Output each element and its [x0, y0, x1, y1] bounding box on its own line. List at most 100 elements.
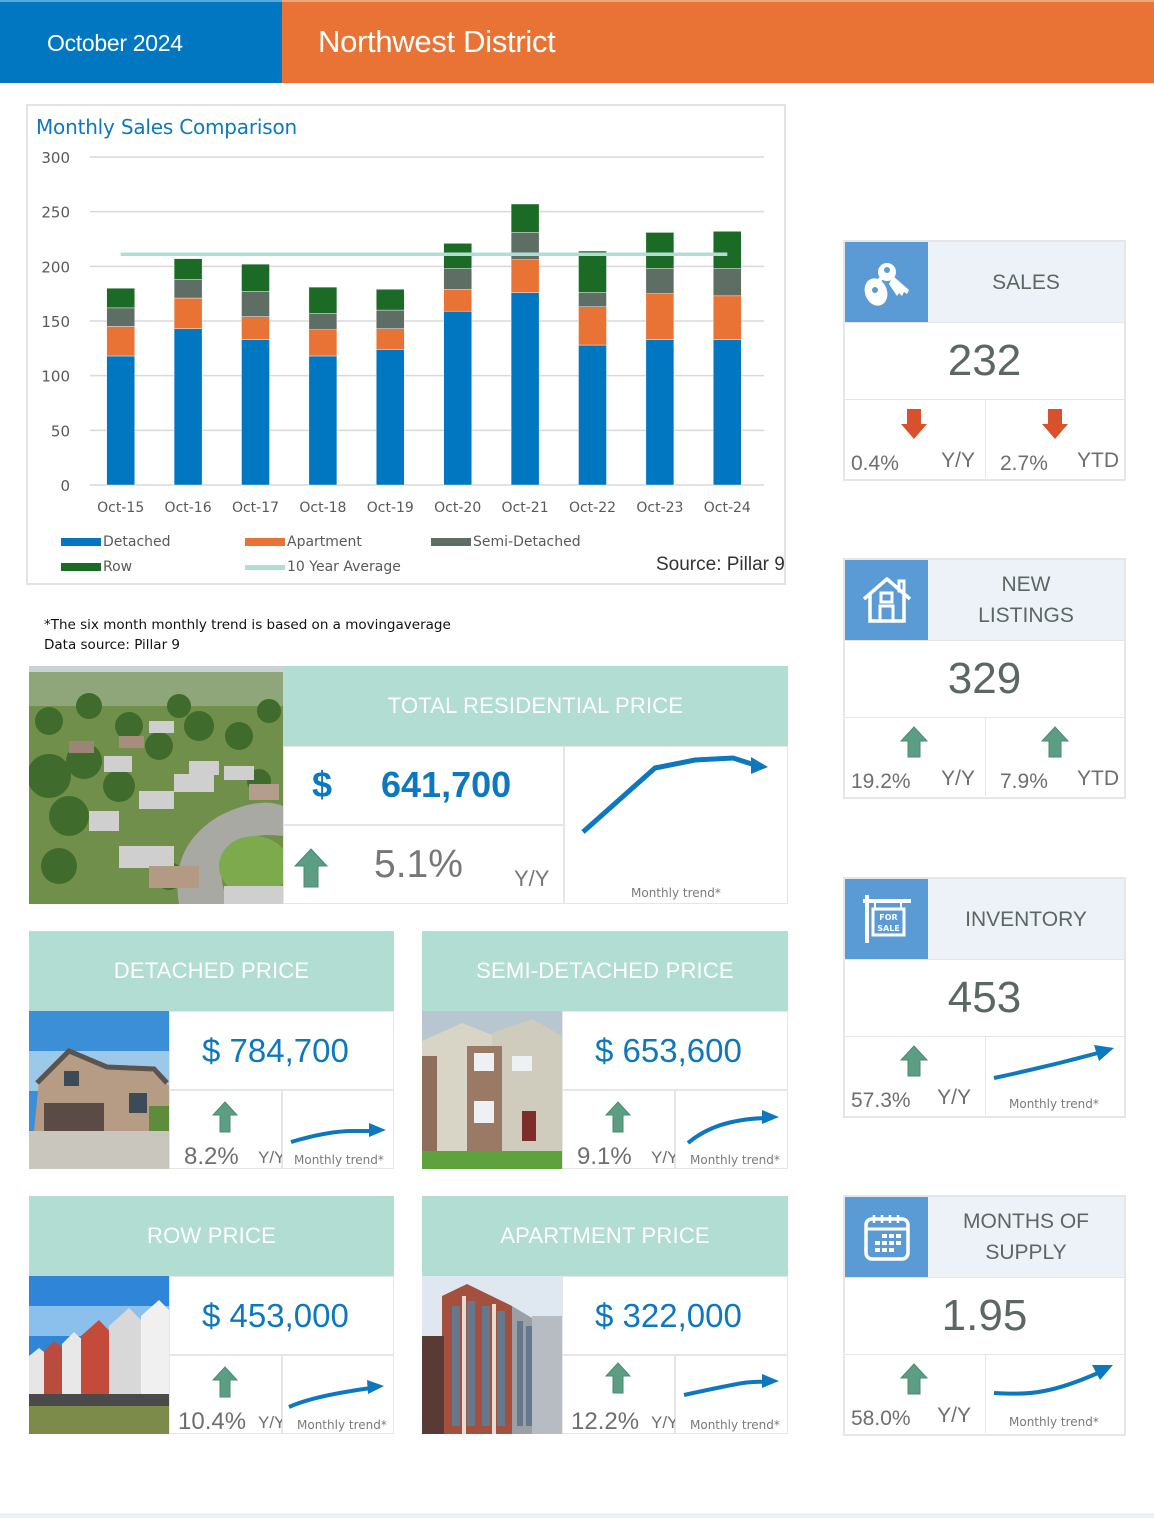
x-tick-label: Oct-15: [97, 500, 144, 516]
row-change-cell: 10.4% Y/Y: [169, 1355, 285, 1435]
legend-label: 10 Year Average: [287, 559, 401, 575]
aerial-neighbourhood-photo: [29, 666, 283, 904]
bar-row-oct-15: [106, 287, 135, 309]
y-tick-label: 50: [51, 422, 70, 440]
kpi-inventory-icon-box: FOR SALE: [845, 879, 928, 959]
detached-change: 8.2%: [184, 1143, 239, 1170]
header-district-panel: Northwest District: [282, 0, 1154, 83]
footnote: *The six month monthly trend is based on…: [44, 615, 451, 655]
kpi-months-of-supply-card: MONTHS OF SUPPLY 1.95 58.0% Y/Y Monthly …: [843, 1195, 1126, 1436]
footnote-data-source: Data source: Pillar 9: [44, 637, 180, 653]
trend-arrow-icon: [581, 755, 768, 834]
kpi-sales-value: 232: [845, 322, 1124, 400]
footnote-trend-note: *The six month monthly trend is based on…: [44, 617, 451, 633]
kpi-months-of-supply-yy: 58.0% Y/Y: [845, 1355, 985, 1433]
kpi-sales-label: SALES: [928, 242, 1124, 322]
bar-semi-detached-oct-18: [308, 313, 338, 330]
apartment-price-value-cell: $ 322,000: [562, 1276, 788, 1355]
x-tick-label: Oct-17: [232, 500, 279, 516]
kpi-sales-ytd: 2.7% YTD: [985, 400, 1125, 478]
bar-semi-detached-oct-15: [106, 307, 135, 327]
bar-semi-detached-oct-17: [241, 291, 270, 317]
row-price-value-cell: $ 453,000: [169, 1276, 394, 1355]
bar-detached-oct-19: [376, 349, 405, 486]
apartment-change: 12.2%: [571, 1408, 640, 1435]
up-arrow-icon: [899, 1363, 929, 1400]
legend-item-semi-detached: Semi-Detached: [431, 534, 581, 550]
kpi-inventory-yy-unit: Y/Y: [937, 1086, 971, 1109]
bar-detached-oct-24: [713, 339, 742, 486]
bar-apartment-oct-17: [241, 316, 270, 340]
legend-label: Apartment: [287, 534, 362, 550]
kpi-sales-ytd-change: 2.7%: [1000, 452, 1048, 475]
trend-label: Monthly trend*: [690, 1153, 780, 1167]
report-date: October 2024: [47, 30, 183, 56]
row-trend-cell: Monthly trend*: [282, 1355, 394, 1434]
row-price-title: ROW PRICE: [147, 1223, 276, 1248]
bar-semi-detached-oct-20: [443, 268, 472, 290]
kpi-new-listings-ytd-change: 7.9%: [1000, 770, 1048, 793]
bar-apartment-oct-23: [645, 293, 675, 340]
chart-canvas: 0 50 100 150 200 250 300 Oct-15 Oct-16 Oct-17 Oct-…: [41, 149, 764, 516]
legend-swatch-10-year-average: [245, 564, 285, 570]
bar-detached-oct-20: [443, 310, 472, 486]
x-tick-label: Oct-19: [367, 500, 414, 516]
total-price-change: 5.1%: [374, 843, 463, 886]
trend-label: Monthly trend*: [1009, 1415, 1099, 1429]
bar-row-oct-21: [510, 203, 540, 233]
kpi-sales-icon-box: [845, 242, 928, 322]
kpi-months-of-supply-yy-unit: Y/Y: [937, 1404, 971, 1427]
y-tick-label: 150: [41, 313, 70, 331]
legend-swatch-semi-detached: [431, 538, 471, 546]
kpi-sales-card: SALES 232 0.4% Y/Y 2.7% YTD: [843, 240, 1126, 481]
y-tick-label: 100: [41, 368, 70, 386]
x-tick-label: Oct-23: [636, 500, 683, 516]
bar-semi-detached-oct-23: [645, 268, 675, 294]
kpi-inventory-value: 453: [845, 959, 1124, 1037]
total-price-change-cell: 5.1% Y/Y: [283, 825, 564, 904]
legend-item-row: Row: [61, 559, 132, 575]
legend-swatch-detached: [61, 538, 101, 546]
calendar-icon: [863, 1215, 910, 1261]
semi-detached-price-title: SEMI-DETACHED PRICE: [476, 958, 734, 983]
kpi-new-listings-value: 329: [845, 640, 1124, 718]
bar-detached-oct-21: [510, 292, 540, 486]
semi-detached-change-cell: 9.1% Y/Y: [562, 1090, 678, 1170]
kpi-new-listings-card: NEW LISTINGS 329 19.2% Y/Y 7.9% YTD: [843, 558, 1126, 799]
y-tick-label: 200: [41, 258, 70, 276]
up-arrow-icon: [212, 1101, 238, 1133]
up-arrow-icon: [899, 1045, 929, 1082]
bar-apartment-oct-22: [578, 306, 607, 346]
chart-title: Monthly Sales Comparison: [36, 115, 297, 139]
bar-detached-oct-17: [241, 339, 270, 486]
trend-label: Monthly trend*: [690, 1418, 780, 1432]
y-tick-label: 0: [60, 477, 70, 495]
currency-symbol: $: [312, 764, 333, 805]
legend-label: Semi-Detached: [473, 534, 581, 550]
total-price-value: 641,700: [381, 764, 512, 805]
apartment-price-title: APARTMENT PRICE: [500, 1223, 710, 1248]
kpi-new-listings-yy: 19.2% Y/Y: [845, 718, 985, 796]
bar-detached-oct-15: [106, 355, 135, 486]
trend-label: Monthly trend*: [294, 1153, 384, 1167]
bar-semi-detached-oct-16: [173, 279, 203, 299]
kpi-sales-ytd-unit: YTD: [1077, 449, 1119, 472]
legend-swatch-apartment: [245, 538, 285, 546]
bar-detached-oct-23: [645, 339, 675, 486]
semi-detached-price-header: SEMI-DETACHED PRICE: [422, 931, 788, 1011]
up-arrow-icon: [605, 1362, 631, 1394]
detached-price-value: $ 784,700: [202, 1032, 349, 1069]
bar-apartment-oct-20: [443, 289, 472, 312]
chart-source: Source: Pillar 9: [656, 554, 785, 575]
apartment-trend-cell: Monthly trend*: [675, 1355, 788, 1434]
trend-label: Monthly trend*: [631, 886, 721, 900]
x-tick-label: Oct-22: [569, 500, 616, 516]
kpi-months-of-supply-icon-box: [845, 1197, 928, 1277]
x-tick-label: Oct-20: [434, 500, 481, 516]
row-change: 10.4%: [178, 1408, 247, 1435]
kpi-new-listings-yy-change: 19.2%: [851, 770, 911, 793]
legend-swatch-row: [61, 563, 101, 571]
detached-price-title: DETACHED PRICE: [113, 958, 310, 983]
kpi-months-of-supply-yy-change: 58.0%: [851, 1407, 911, 1430]
header-date-panel: October 2024: [0, 0, 282, 83]
